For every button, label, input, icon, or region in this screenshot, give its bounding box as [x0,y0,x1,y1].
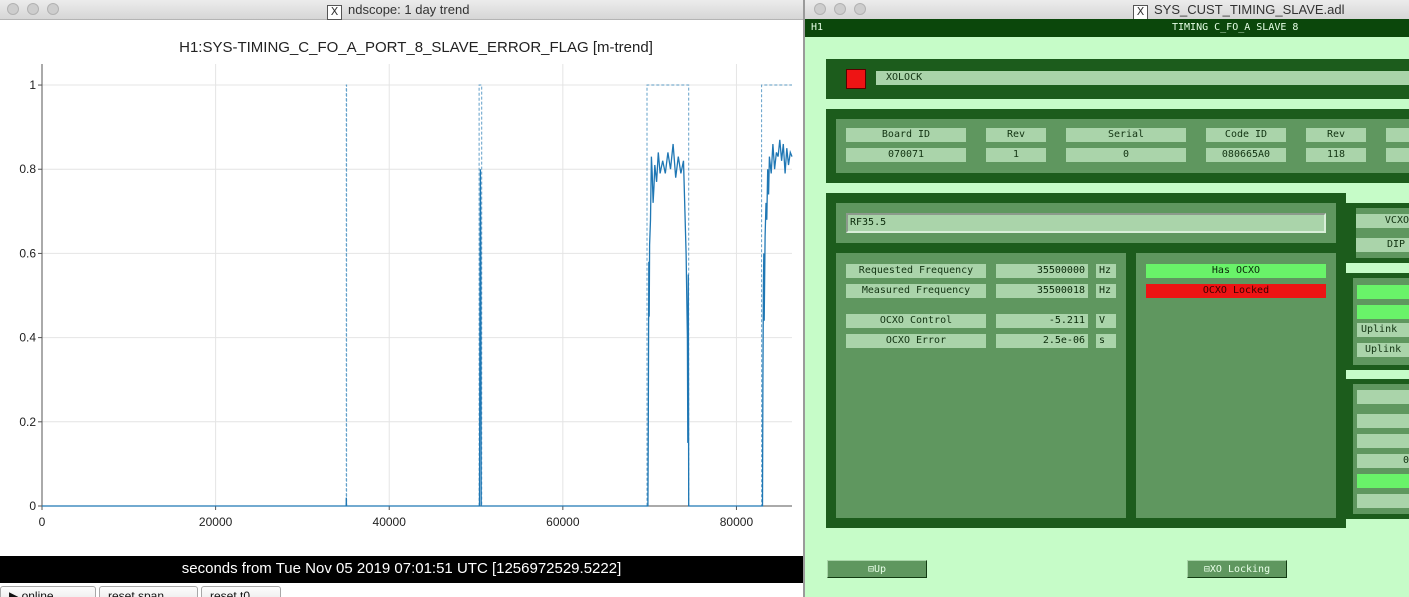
vcxo-label: VCXO [1356,214,1409,228]
ndscope-window-title: Xndscope: 1 day trend [327,2,469,20]
x-tick-label: 0 [39,515,46,529]
lower-field-1 [1357,390,1409,404]
uplink-status-2 [1357,305,1409,319]
zoom-window-button[interactable] [47,3,59,15]
trend-plot[interactable]: H1:SYS-TIMING_C_FO_A_PORT_8_SLAVE_ERROR_… [0,20,803,556]
online-button[interactable]: ▶ online [0,586,96,597]
uplink-panel: Uplink Uplink [1353,278,1409,365]
ndscope-title-text: ndscope: 1 day trend [348,2,470,17]
lower-right-panel: 0 [1353,384,1409,514]
uplink-label-1: Uplink [1357,323,1409,337]
y-tick-label: 0 [29,499,36,513]
serial-value: 0 [1066,148,1186,162]
vcxo-panel: VCXO DIP [1356,208,1409,258]
plot-title: H1:SYS-TIMING_C_FO_A_PORT_8_SLAVE_ERROR_… [179,39,653,56]
lower-status-green [1357,474,1409,488]
ocxo-error-unit: s [1096,334,1116,348]
y-tick-label: 0.8 [19,162,36,176]
name-panel: RF35.5 [836,203,1336,243]
requested-frequency-label: Requested Frequency [846,264,986,278]
reset-span-button[interactable]: reset span [99,586,198,597]
requested-frequency-value: 35500000 [996,264,1088,278]
lower-field-4: 0 [1357,454,1409,468]
serial-header: Serial [1066,128,1186,142]
dip-label: DIP [1356,238,1409,252]
ocxo-error-value: 2.5e-06 [996,334,1088,348]
minimize-window-button[interactable] [834,3,846,15]
rev-header: Rev [986,128,1046,142]
x-tick-label: 60000 [546,515,580,529]
ocxo-status-panel: Has OCXO OCXO Locked [1136,253,1336,518]
rev-value: 1 [986,148,1046,162]
xolock-panel: XOLOCK [826,59,1409,99]
minimize-window-button[interactable] [27,3,39,15]
x-axis-label: seconds from Tue Nov 05 2019 07:01:51 UT… [0,556,803,583]
y-tick-label: 0.6 [19,246,36,260]
x-tick-label: 20000 [199,515,233,529]
reset-t0-button[interactable]: reset t0 [201,586,281,597]
ocxo-locked-indicator: OCXO Locked [1146,284,1326,298]
x-tick-label: 40000 [373,515,407,529]
ocxo-control-unit: V [1096,314,1116,328]
y-tick-label: 1 [29,78,36,92]
lower-field-5 [1357,494,1409,508]
x-tick-label: 80000 [720,515,754,529]
board-info-panel: Board ID Rev Serial Code ID Rev 070071 1… [836,119,1409,173]
requested-frequency-unit: Hz [1096,264,1116,278]
ocxo-control-label: OCXO Control [846,314,986,328]
lower-field-3 [1357,434,1409,448]
measured-frequency-value: 35500018 [996,284,1088,298]
medm-titlebar: X SYS_CUST_TIMING_SLAVE.adl [805,0,1409,20]
measured-frequency-label: Measured Frequency [846,284,986,298]
extra-header [1386,128,1409,142]
x11-icon: X [1133,5,1148,20]
y-tick-label: 0.2 [19,415,36,429]
lock-indicator [846,69,866,89]
ndscope-titlebar: Xndscope: 1 day trend [0,0,803,20]
board-id-header: Board ID [846,128,966,142]
xo-locking-button[interactable]: ⊟XO Locking [1187,560,1287,578]
close-window-button[interactable] [814,3,826,15]
up-button[interactable]: ⊟Up [827,560,927,578]
medm-window-title: X SYS_CUST_TIMING_SLAVE.adl [1133,2,1345,20]
lower-field-2 [1357,414,1409,428]
medm-title-text: SYS_CUST_TIMING_SLAVE.adl [1154,2,1345,17]
board-id-value: 070071 [846,148,966,162]
code-rev-header: Rev [1306,128,1366,142]
uplink-status-1 [1357,285,1409,299]
ocxo-error-label: OCXO Error [846,334,986,348]
frequency-panel: Requested Frequency 35500000 Hz Measured… [836,253,1126,518]
extra-value [1386,148,1409,162]
site-label: H1 [811,22,824,33]
code-id-value: 080665A0 [1206,148,1286,162]
medm-header-bar: H1 TIMING C_FO_A SLAVE 8 [805,19,1409,37]
screen-title: TIMING C_FO_A SLAVE 8 [1172,22,1299,33]
uplink-label-2: Uplink [1357,343,1409,357]
ocxo-control-value: -5.211 [996,314,1088,328]
medm-window: X SYS_CUST_TIMING_SLAVE.adl H1 TIMING C_F… [803,0,1409,597]
y-tick-label: 0.4 [19,331,36,345]
xolock-label: XOLOCK [876,71,1409,85]
close-window-button[interactable] [7,3,19,15]
code-id-header: Code ID [1206,128,1286,142]
ndscope-window: Xndscope: 1 day trend H1:SYS-TIMING_C_FO… [0,0,803,597]
max-trend-line [345,84,792,507]
code-rev-value: 118 [1306,148,1366,162]
measured-frequency-unit: Hz [1096,284,1116,298]
mean-trend-line [42,139,793,507]
x11-icon: X [327,5,342,20]
has-ocxo-indicator: Has OCXO [1146,264,1326,278]
zoom-window-button[interactable] [854,3,866,15]
name-input[interactable]: RF35.5 [846,213,1326,233]
